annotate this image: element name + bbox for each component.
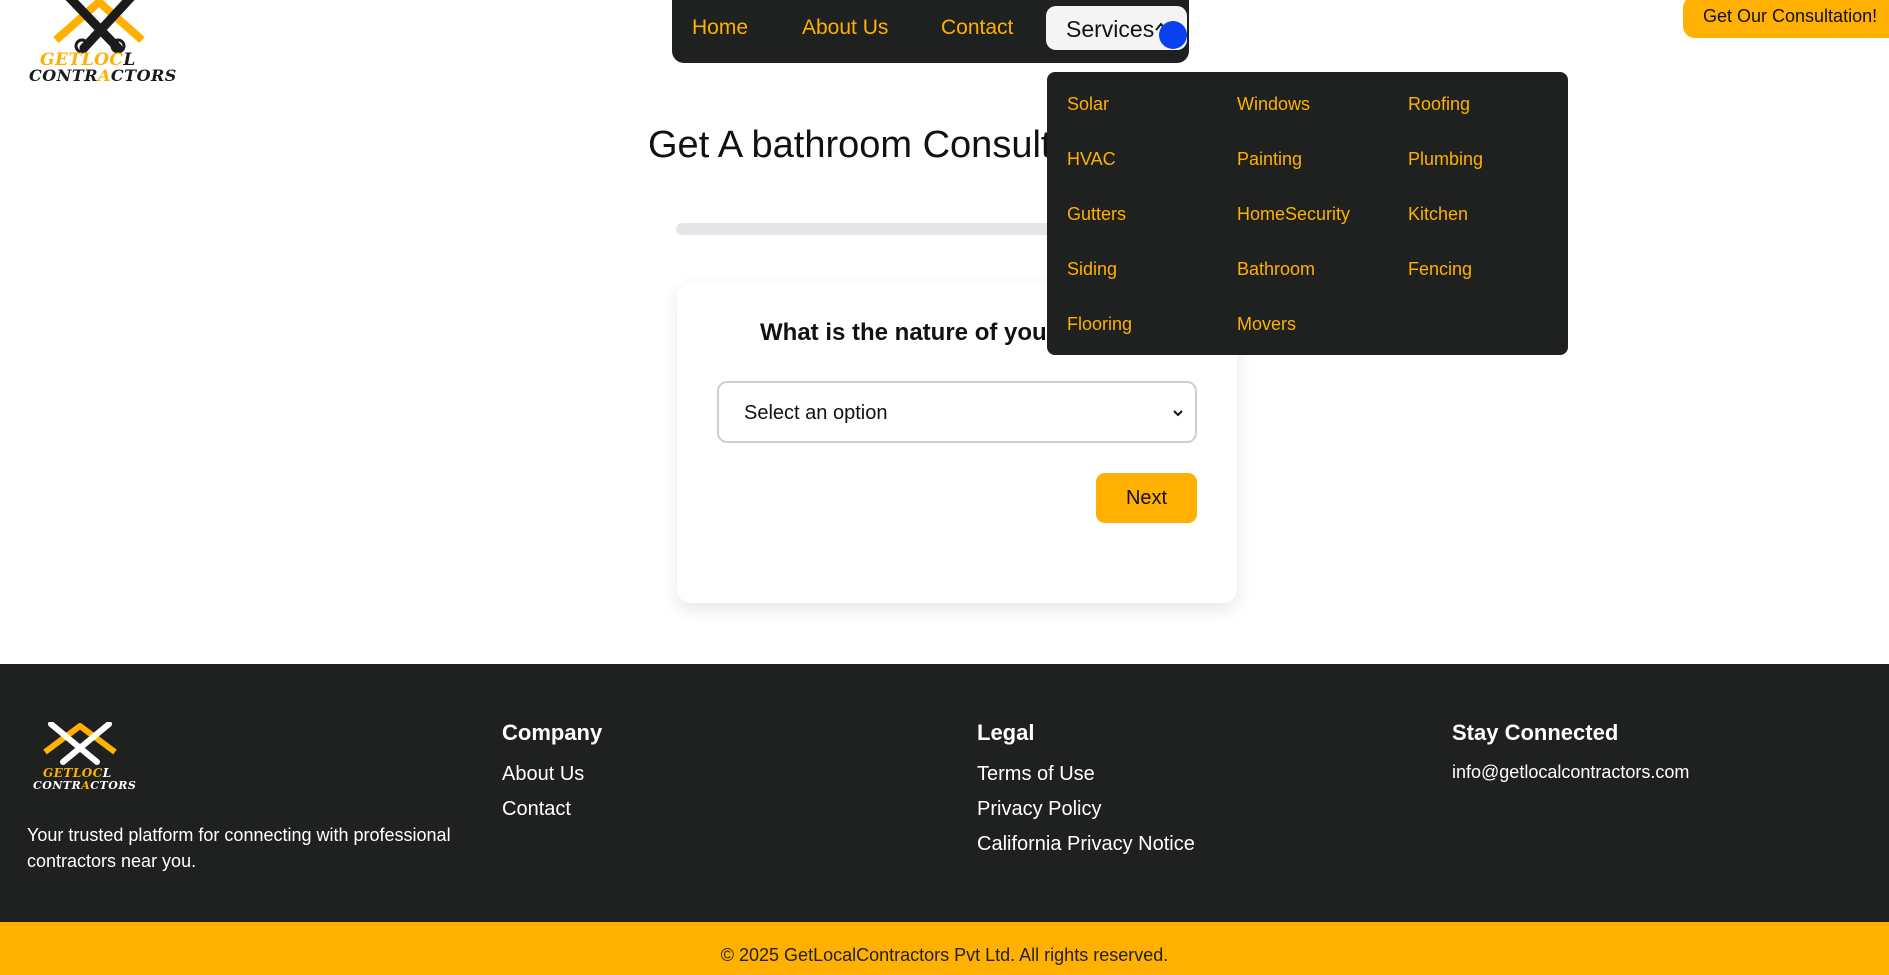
footer-heading-legal: Legal [977, 720, 1035, 745]
footer-email-link[interactable]: info@getlocalcontractors.com [1452, 762, 1689, 783]
tools-house-icon [43, 721, 117, 765]
question-text: What is the nature of you [760, 319, 1047, 346]
site-footer: GETLOCL CONTRACTORS Your trusted platfor… [0, 664, 1889, 922]
site-logo[interactable]: GETLOCL CONTRACTORS [26, 0, 176, 88]
service-painting[interactable]: Painting [1237, 149, 1302, 170]
select-value: Select an option [744, 402, 888, 424]
service-homesecurity[interactable]: HomeSecurity [1237, 204, 1350, 225]
copyright-text: © 2025 GetLocalContractors Pvt Ltd. All … [720, 945, 1169, 965]
get-consultation-button[interactable]: Get Our Consultation! [1683, 0, 1889, 38]
services-dropdown: Solar HVAC Gutters Siding Flooring Windo… [1047, 72, 1568, 355]
footer-heading-company: Company [502, 720, 603, 745]
service-windows[interactable]: Windows [1237, 94, 1310, 115]
footer-link-california-privacy[interactable]: California Privacy Notice [977, 833, 1195, 856]
footer-logo[interactable]: GETLOCL CONTRACTORS [33, 721, 136, 798]
service-solar[interactable]: Solar [1067, 94, 1109, 115]
next-button[interactable]: Next [1096, 473, 1197, 523]
service-hvac[interactable]: HVAC [1067, 149, 1116, 170]
next-button-label: Next [1125, 487, 1168, 509]
footer-logo-text-top: GETLOCL [43, 766, 112, 780]
get-consultation-label: Get Our Consultation! [1703, 6, 1878, 26]
service-roofing[interactable]: Roofing [1408, 94, 1470, 115]
service-kitchen[interactable]: Kitchen [1408, 204, 1468, 225]
service-siding[interactable]: Siding [1067, 259, 1117, 280]
copyright-bar: © 2025 GetLocalContractors Pvt Ltd. All … [0, 922, 1889, 975]
option-select[interactable]: Select an option [717, 381, 1197, 443]
nav-contact[interactable]: Contact [941, 16, 1013, 40]
service-plumbing[interactable]: Plumbing [1408, 149, 1483, 170]
chevron-down-icon [1173, 410, 1183, 417]
logo-text-bottom: CONTRACTORS [29, 66, 177, 85]
service-gutters[interactable]: Gutters [1067, 204, 1126, 225]
footer-logo-text-bottom: CONTRACTORS [33, 779, 137, 792]
footer-link-privacy[interactable]: Privacy Policy [977, 798, 1101, 821]
nav-home[interactable]: Home [692, 16, 748, 40]
service-flooring[interactable]: Flooring [1067, 314, 1132, 335]
mouse-cursor-indicator [1159, 21, 1187, 49]
service-fencing[interactable]: Fencing [1408, 259, 1472, 280]
footer-link-terms[interactable]: Terms of Use [977, 763, 1095, 786]
nav-services-label: Services [1066, 16, 1155, 42]
service-movers[interactable]: Movers [1237, 314, 1296, 335]
service-bathroom[interactable]: Bathroom [1237, 259, 1315, 280]
main-nav: Home About Us Contact Services [672, 0, 1189, 63]
footer-link-contact[interactable]: Contact [502, 798, 571, 821]
footer-heading-stay-connected: Stay Connected [1452, 720, 1619, 745]
nav-about-us[interactable]: About Us [802, 16, 888, 40]
footer-tagline: Your trusted platform for connecting wit… [27, 825, 451, 871]
page-title: Get A bathroom Consult [648, 124, 1052, 166]
footer-link-about-us[interactable]: About Us [502, 763, 584, 786]
